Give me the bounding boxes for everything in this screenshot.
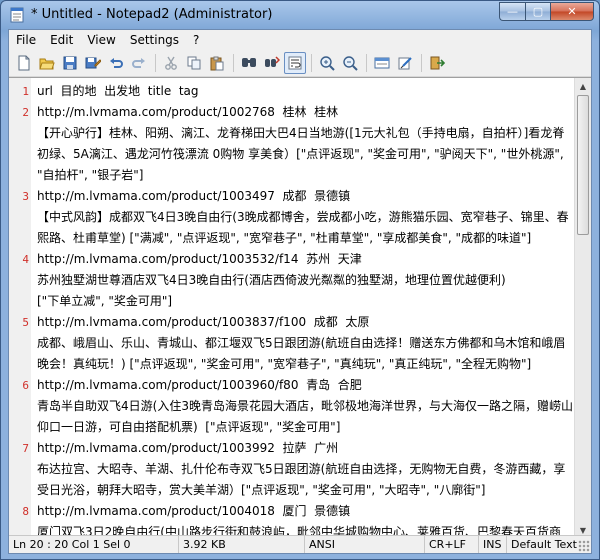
client-area: File Edit View Settings ? 1 url 目的地 出发地 … [8,29,592,554]
open-icon[interactable] [36,52,58,74]
vertical-scrollbar[interactable]: ▲ ▼ [574,78,591,538]
editor-line: 8 http://m.lvmama.com/product/1004018 厦门 … [9,501,575,538]
window-title: * Untitled - Notepad2 (Administrator) [31,7,273,22]
toolbar-separator [421,54,422,72]
status-size: 3.92 KB [179,536,305,553]
line-text: http://m.lvmama.com/product/1003960/f80 … [37,378,573,434]
line-number: 1 [22,85,29,98]
title-bar[interactable]: * Untitled - Notepad2 (Administrator) — … [1,1,599,29]
save-icon[interactable] [59,52,81,74]
toolbar-separator [233,54,234,72]
editor-line: 3 http://m.lvmama.com/product/1003497 成都 … [9,186,575,249]
editor-line: 2 http://m.lvmama.com/product/1002768 桂林 … [9,102,575,186]
editor-line: 4 http://m.lvmama.com/product/1003532/f14… [9,249,575,312]
line-text: http://m.lvmama.com/product/1003497 成都 景… [37,189,569,245]
editor-line: 6 http://m.lvmama.com/product/1003960/f80… [9,375,575,438]
line-text: http://m.lvmama.com/product/1003532/f14 … [37,252,506,308]
caption-buttons: — ▢ ✕ [499,2,594,22]
redo-icon[interactable] [128,52,150,74]
copy-icon[interactable] [183,52,205,74]
scroll-up-arrow-icon[interactable]: ▲ [575,78,591,94]
editor-line: 1 url 目的地 出发地 title tag [9,81,575,102]
minimize-button[interactable]: — [499,2,525,21]
menu-view[interactable]: View [80,30,122,50]
line-number: 2 [22,106,29,119]
status-position: Ln 20 : 20 Col 1 Sel 0 [9,536,179,553]
line-number: 6 [22,379,29,392]
line-number: 5 [22,316,29,329]
line-number: 3 [22,190,29,203]
text-editor[interactable]: 1 url 目的地 出发地 title tag 2 http://m.lvmama.… [9,77,591,538]
notepad2-window: * Untitled - Notepad2 (Administrator) — … [0,0,600,560]
word-wrap-icon[interactable] [284,52,306,74]
line-text: http://m.lvmama.com/product/1003992 拉萨 广… [37,441,566,497]
line-number: 4 [22,253,29,266]
line-text: http://m.lvmama.com/product/1002768 桂林 桂… [37,105,565,182]
cut-icon[interactable] [160,52,182,74]
zoom-out-icon[interactable] [339,52,361,74]
line-text: http://m.lvmama.com/product/1003837/f100… [37,315,566,371]
status-eol[interactable]: CR+LF [425,536,479,553]
menu-help[interactable]: ? [186,30,206,50]
toolbar-separator [366,54,367,72]
status-encoding[interactable]: ANSI [305,536,425,553]
menu-settings[interactable]: Settings [123,30,186,50]
line-number: 8 [22,505,29,518]
line-number: 7 [22,442,29,455]
menu-file[interactable]: File [9,30,43,50]
toolbar-separator [155,54,156,72]
scroll-thumb[interactable] [577,95,589,235]
paste-icon[interactable] [206,52,228,74]
toolbar [9,50,591,77]
new-icon[interactable] [13,52,35,74]
line-text: http://m.lvmama.com/product/1004018 厦门 景… [37,504,561,538]
editor-line: 5 http://m.lvmama.com/product/1003837/f10… [9,312,575,375]
menu-edit[interactable]: Edit [43,30,80,50]
resize-grip-icon[interactable] [578,540,590,552]
customize-icon[interactable] [394,52,416,74]
close-button[interactable]: ✕ [550,2,594,21]
save-as-icon[interactable] [82,52,104,74]
editor-line: 7 http://m.lvmama.com/product/1003992 拉萨 … [9,438,575,501]
menu-bar: File Edit View Settings ? [9,30,591,50]
notepad-app-icon [9,7,25,23]
undo-icon[interactable] [105,52,127,74]
status-bar: Ln 20 : 20 Col 1 Sel 0 3.92 KB ANSI CR+L… [9,535,591,553]
maximize-button[interactable]: ▢ [525,2,550,21]
status-ins[interactable]: INS [479,536,507,553]
exit-icon[interactable] [426,52,448,74]
schemes-icon[interactable] [371,52,393,74]
zoom-in-icon[interactable] [316,52,338,74]
replace-icon[interactable] [261,52,283,74]
editor-lines: 1 url 目的地 出发地 title tag 2 http://m.lvmama.… [9,81,575,538]
toolbar-separator [311,54,312,72]
line-text: url 目的地 出发地 title tag [37,84,199,98]
find-icon[interactable] [238,52,260,74]
